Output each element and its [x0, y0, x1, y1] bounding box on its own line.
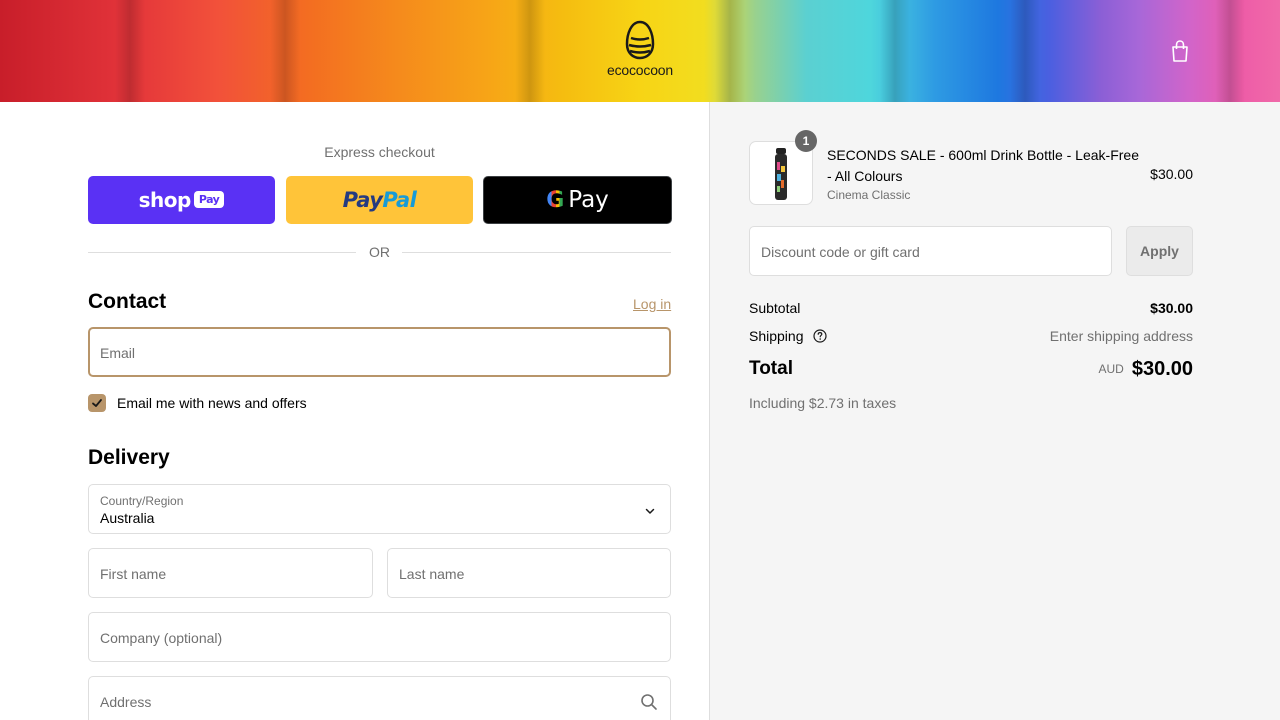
total-row: Total AUD $30.00 [749, 358, 1193, 386]
total-label: Total [749, 358, 793, 379]
tax-note: Including $2.73 in taxes [749, 395, 897, 411]
country-region-select[interactable]: Country/Region Australia [88, 484, 671, 534]
total-currency: AUD [1098, 362, 1124, 376]
discount-code-field[interactable]: Discount code or gift card [749, 226, 1112, 276]
order-summary-panel: 1 SECONDS SALE - 600ml Drink Bottle - Le… [709, 102, 1280, 720]
banner-fold [115, 0, 145, 102]
shipping-value: Enter shipping address [1049, 328, 1193, 344]
chevron-down-icon [645, 508, 655, 514]
banner-fold [1215, 0, 1245, 102]
paypal-button[interactable]: PayPal [286, 176, 473, 224]
subtotal-label: Subtotal [749, 300, 801, 316]
banner-fold [1010, 0, 1040, 102]
header-banner: ecococoon [0, 0, 1280, 102]
brand-name: ecococoon [607, 62, 673, 78]
contact-title: Contact [88, 290, 167, 313]
checkmark-icon [92, 399, 102, 407]
shipping-label: Shipping [749, 328, 804, 344]
shop-pay-button[interactable]: shop Pay [88, 176, 275, 224]
delivery-title: Delivery [88, 446, 170, 469]
checkout-form-panel: Express checkout shop Pay PayPal G Pay OR … [0, 102, 710, 720]
google-pay-logo: G Pay [546, 187, 609, 213]
address-placeholder: Address [100, 694, 152, 710]
newsletter-checkbox-row[interactable]: Email me with news and offers [88, 394, 307, 412]
banner-fold [515, 0, 545, 102]
banner-fold [270, 0, 300, 102]
or-divider: OR [88, 242, 671, 262]
address-field[interactable]: Address [88, 676, 671, 720]
express-checkout-title: Express checkout [324, 144, 435, 160]
company-field[interactable]: Company (optional) [88, 612, 671, 662]
shipping-row: Shipping Enter shipping address [749, 328, 1193, 344]
first-name-field[interactable]: First name [88, 548, 373, 598]
product-name: SECONDS SALE - 600ml Drink Bottle - Leak… [827, 147, 1139, 184]
google-pay-button[interactable]: G Pay [483, 176, 672, 224]
product-price: $30.00 [1150, 166, 1193, 182]
quantity-badge: 1 [795, 130, 817, 152]
subtotal-row: Subtotal $30.00 [749, 300, 1193, 316]
newsletter-label: Email me with news and offers [117, 395, 307, 411]
banner-fold [715, 0, 745, 102]
email-field[interactable]: Email [88, 327, 671, 377]
last-name-field[interactable]: Last name [387, 548, 671, 598]
country-region-value: Australia [100, 510, 155, 526]
banner-fold [880, 0, 910, 102]
email-placeholder: Email [100, 345, 136, 361]
discount-placeholder: Discount code or gift card [761, 244, 920, 260]
cocoon-logo-icon [625, 20, 655, 60]
last-name-placeholder: Last name [399, 566, 465, 582]
search-icon[interactable] [640, 693, 658, 711]
product-variant: Cinema Classic [827, 188, 911, 202]
log-in-link[interactable]: Log in [633, 296, 671, 312]
shopping-bag-icon[interactable] [1169, 39, 1191, 63]
paypal-logo: PayPal [342, 188, 417, 212]
subtotal-value: $30.00 [1150, 300, 1193, 316]
company-placeholder: Company (optional) [100, 630, 223, 646]
total-amount: $30.00 [1131, 358, 1193, 380]
first-name-placeholder: First name [100, 566, 167, 582]
brand-logo[interactable]: ecococoon [598, 20, 682, 84]
country-region-label: Country/Region [100, 494, 184, 508]
newsletter-checkbox[interactable] [88, 394, 106, 412]
help-circle-icon[interactable] [813, 329, 827, 343]
apply-discount-button[interactable]: Apply [1126, 226, 1193, 276]
shop-pay-logo: shop Pay [139, 188, 225, 212]
total-value-group: AUD $30.00 [1098, 358, 1193, 381]
